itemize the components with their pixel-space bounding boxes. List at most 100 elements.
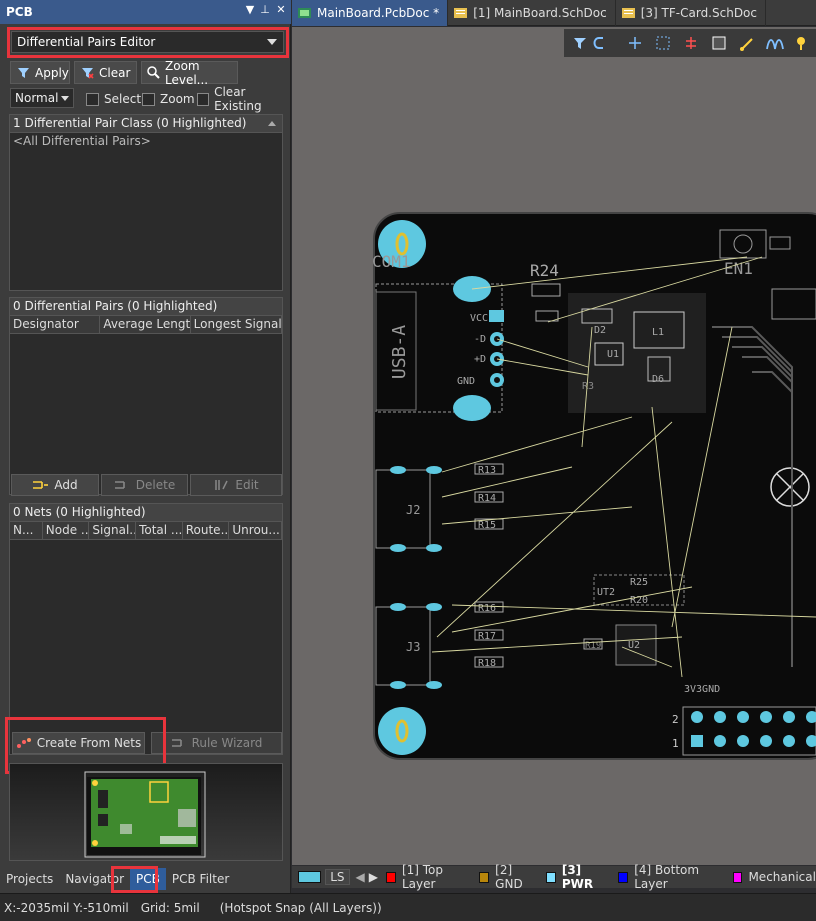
vcc-label: VCC	[470, 313, 488, 324]
col-designator[interactable]: Designator	[10, 316, 101, 333]
zoom-label: Zoom	[160, 92, 195, 106]
tab-mainboard-schdoc[interactable]: [1] MainBoard.SchDoc	[448, 0, 616, 26]
layer-swatch-top	[386, 871, 396, 883]
clear-existing-label: Clear Existing	[214, 85, 262, 113]
scroll-right-icon[interactable]: ▶	[369, 870, 378, 884]
tab-label: [1] MainBoard.SchDoc	[473, 6, 607, 20]
layer-tab-pwr[interactable]: [3] PWR	[562, 863, 610, 891]
pcb-canvas[interactable]: USB-A VCC -D +D GND COM1 R24 EN1 D2 U1 L…	[292, 27, 816, 865]
collapse-icon[interactable]	[268, 121, 276, 126]
en1-label: EN1	[724, 259, 753, 278]
layer-tab-bottom[interactable]: [4] Bottom Layer	[634, 863, 724, 891]
pcb-panel: PCB ▼ ⊥ ✕ Differential Pairs Editor Appl…	[0, 0, 291, 893]
d6-label: D6	[652, 374, 664, 385]
com1-label: COM1	[372, 252, 411, 271]
grid-size: Grid: 5mil	[140, 900, 200, 915]
gnd-header-label: 3V3GND	[684, 684, 720, 695]
active-bar[interactable]	[564, 29, 816, 57]
layer-tab-top[interactable]: [1] Top Layer	[402, 863, 471, 891]
panel-title: PCB	[6, 5, 33, 19]
pairs-header-label: 0 Differential Pairs (0 Highlighted)	[13, 299, 218, 313]
col-longest-signal[interactable]: Longest Signal...	[191, 316, 282, 333]
delete-label: Delete	[135, 478, 176, 492]
apply-label: Apply	[35, 65, 69, 80]
col-total[interactable]: Total ...	[136, 522, 183, 539]
col-signal[interactable]: Signal...	[89, 522, 137, 539]
select-label: Select	[104, 92, 142, 106]
tab-mainboard-pcbdoc[interactable]: MainBoard.PcbDoc *	[292, 0, 449, 26]
usba-label: USB-A	[389, 325, 410, 379]
nets-header: 0 Nets (0 Highlighted)	[10, 504, 282, 522]
pairs-section: 0 Differential Pairs (0 Highlighted) Des…	[9, 297, 283, 495]
zoom-level-button[interactable]: Zoom Level...	[141, 58, 238, 87]
tab-label: MainBoard.PcbDoc *	[317, 6, 440, 20]
col-routed[interactable]: Route...	[183, 522, 230, 539]
edit-label: Edit	[235, 478, 259, 492]
r25-label: R25	[630, 577, 648, 588]
magnifier-icon	[147, 66, 160, 80]
select-check[interactable]	[86, 92, 99, 106]
clear-filter-icon	[80, 66, 94, 80]
d2-label: D2	[594, 325, 606, 336]
clear-button[interactable]: Clear	[74, 61, 137, 84]
panel-header: PCB ▼ ⊥ ✕	[0, 0, 291, 24]
board-navigator-preview[interactable]	[9, 763, 283, 861]
scroll-left-icon[interactable]: ◀	[356, 870, 365, 884]
layer-tab-gnd[interactable]: [2] GND	[495, 863, 538, 891]
apply-button[interactable]: Apply	[10, 61, 70, 84]
view-mode-dropdown[interactable]: Normal	[10, 88, 74, 108]
layer-swatch-mechanical	[732, 871, 743, 883]
mounting-hole	[378, 707, 426, 755]
nets-header-label: 0 Nets (0 Highlighted)	[13, 505, 146, 519]
close-icon[interactable]: ✕	[274, 3, 288, 19]
u1-label: U1	[607, 349, 619, 360]
copper-region	[568, 293, 706, 413]
col-node[interactable]: Node ...	[43, 522, 90, 539]
r13-label: R13	[478, 465, 496, 476]
zoom-checkbox[interactable]: Zoom	[142, 89, 195, 109]
j2-label: J2	[406, 503, 420, 517]
add-button[interactable]: Add	[11, 474, 99, 496]
zoom-level-label: Zoom Level...	[165, 58, 209, 87]
chevron-down-icon	[61, 96, 69, 101]
pairs-columns: Designator Average Lengt... Longest Sign…	[10, 316, 282, 334]
layer-tabs-bar: LS ◀ ▶ [1] Top Layer [2] GND [3] PWR [4]…	[292, 863, 816, 891]
filter-icon	[16, 66, 30, 80]
tab-pcb-filter[interactable]: PCB Filter	[166, 868, 235, 890]
dminus-label: -D	[474, 334, 486, 345]
clear-label: Clear	[99, 65, 131, 80]
clear-existing-checkbox[interactable]: Clear Existing	[197, 85, 290, 113]
layer-swatch-pwr	[545, 871, 556, 883]
layer-tab-mechanical[interactable]: Mechanical	[748, 870, 816, 884]
gnd-label: GND	[457, 376, 475, 387]
sch-file-icon	[454, 8, 468, 18]
j3-label: J3	[406, 640, 420, 654]
class-header[interactable]: 1 Differential Pair Class (0 Highlighted…	[10, 115, 282, 133]
r24-label: R24	[530, 261, 559, 280]
edit-button[interactable]: Edit	[190, 474, 282, 496]
snap-mode: (Hotspot Snap (All Layers))	[219, 900, 382, 915]
layer-set-button[interactable]: LS	[325, 869, 350, 885]
tab-projects[interactable]: Projects	[0, 868, 59, 890]
col-average-length[interactable]: Average Lengt...	[100, 316, 191, 333]
component-icon[interactable]	[712, 36, 726, 50]
tab-tfcard-schdoc[interactable]: [3] TF-Card.SchDoc	[616, 0, 766, 26]
class-item[interactable]: <All Differential Pairs>	[10, 133, 282, 149]
dplus-label: +D	[474, 354, 486, 365]
rule-wizard-button[interactable]: Rule Wizard	[151, 732, 282, 754]
col-name[interactable]: N...	[10, 522, 43, 539]
col-unrouted[interactable]: Unrou...	[229, 522, 282, 539]
pcb-file-icon	[298, 8, 311, 18]
zoom-check[interactable]	[142, 92, 155, 106]
r14-label: R14	[478, 493, 496, 504]
pcb-drawing: USB-A VCC -D +D GND COM1 R24 EN1 D2 U1 L…	[372, 29, 816, 760]
select-checkbox[interactable]: Select	[86, 89, 141, 109]
document-tabs: MainBoard.PcbDoc * [1] MainBoard.SchDoc …	[292, 0, 816, 26]
panel-menu-icon[interactable]: ▼	[243, 3, 257, 19]
r16-label: R16	[478, 603, 496, 614]
layer-swatch-gnd	[479, 871, 490, 883]
pin-icon[interactable]: ⊥	[258, 3, 272, 19]
delete-button[interactable]: Delete	[101, 474, 188, 496]
clear-existing-check[interactable]	[197, 92, 210, 106]
r3-label: R3	[582, 381, 594, 392]
